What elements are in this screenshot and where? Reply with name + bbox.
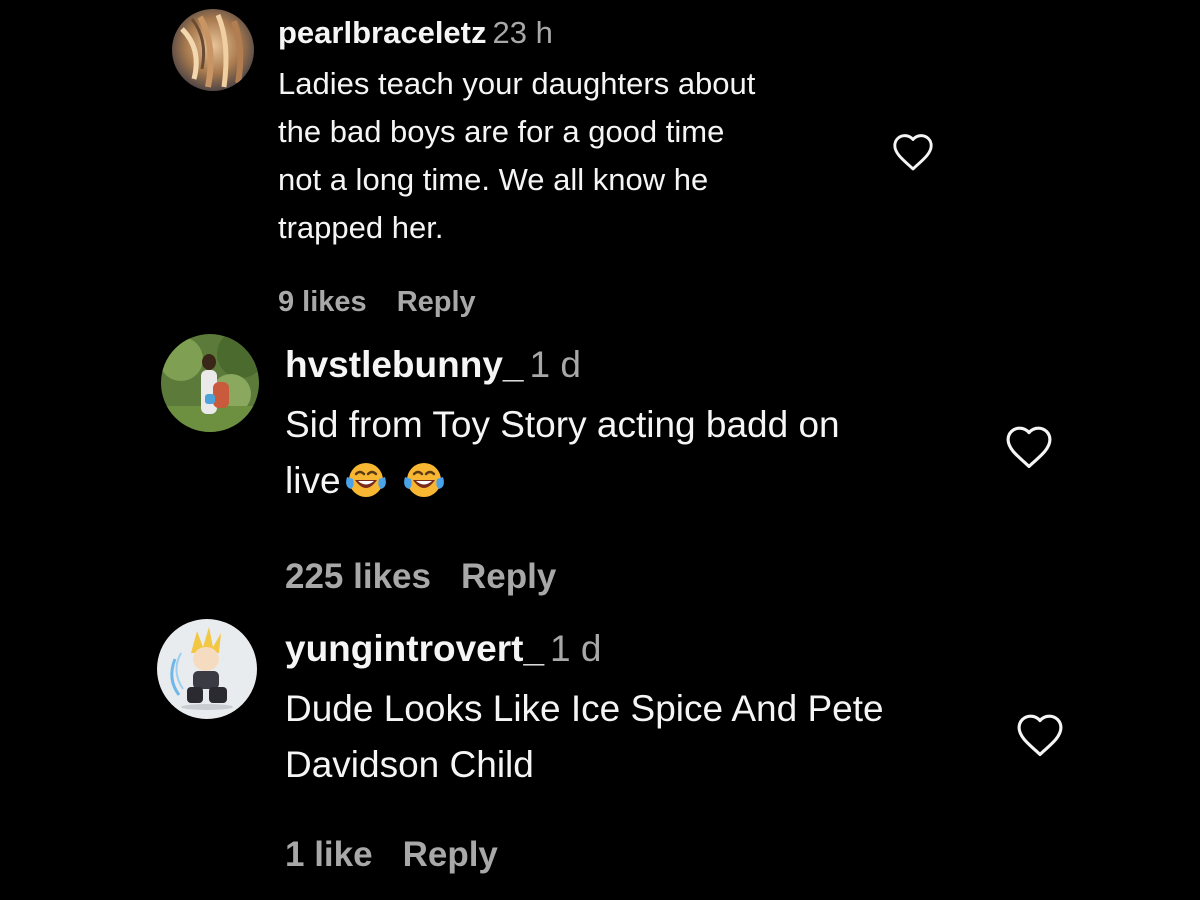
reply-button[interactable]: Reply bbox=[397, 286, 476, 318]
comment-header: pearlbraceletz 23 h bbox=[278, 17, 878, 48]
comment-text-line: Dude Looks Like Ice Spice And Pete bbox=[285, 688, 884, 729]
comment-timestamp: 1 d bbox=[550, 628, 602, 669]
comment-text: Ladies teach your daughters about the ba… bbox=[278, 60, 868, 252]
like-button[interactable] bbox=[1014, 712, 1066, 763]
avatar-photo-icon bbox=[172, 9, 254, 91]
comment-text-line-with-emoji: live bbox=[285, 453, 965, 515]
heart-outline-icon bbox=[893, 134, 933, 171]
comment-actions: 9 likes Reply bbox=[278, 288, 878, 317]
comment-header: hvstlebunny_ 1 d bbox=[285, 346, 985, 383]
avatar[interactable] bbox=[172, 9, 254, 91]
heart-outline-icon bbox=[1017, 714, 1063, 757]
comment-actions: 225 likes Reply bbox=[285, 559, 985, 594]
username-link[interactable]: yungintrovert_ bbox=[285, 628, 544, 669]
comment-text-line: the bad boys are for a good time bbox=[278, 114, 725, 149]
like-button[interactable] bbox=[891, 132, 935, 177]
avatar-photo-icon bbox=[161, 334, 259, 432]
comment-body: pearlbraceletz 23 h Ladies teach your dau… bbox=[278, 17, 878, 317]
comment-text: Sid from Toy Story acting badd on live bbox=[285, 397, 965, 515]
comment-body: yungintrovert_ 1 d Dude Looks Like Ice Sp… bbox=[285, 630, 1005, 872]
comment-text-line: Davidson Child bbox=[285, 744, 534, 785]
likes-count-link[interactable]: 225 likes bbox=[285, 557, 431, 596]
face-with-tears-of-joy-icon bbox=[343, 459, 389, 515]
avatar-drawing-icon bbox=[157, 619, 257, 719]
reply-button[interactable]: Reply bbox=[403, 835, 498, 874]
comment-timestamp: 1 d bbox=[529, 344, 581, 385]
comment-body: hvstlebunny_ 1 d Sid from Toy Story actin… bbox=[285, 346, 985, 594]
comment-text-line: trapped her. bbox=[278, 210, 444, 245]
username-link[interactable]: pearlbraceletz bbox=[278, 15, 487, 50]
comment-text-line: not a long time. We all know he bbox=[278, 162, 709, 197]
face-with-tears-of-joy-icon bbox=[401, 459, 447, 515]
comment-text-line: Ladies teach your daughters about bbox=[278, 66, 756, 101]
comment-timestamp: 23 h bbox=[492, 15, 553, 50]
avatar[interactable] bbox=[161, 334, 259, 432]
comment-text-line: live bbox=[285, 460, 341, 501]
likes-count-link[interactable]: 9 likes bbox=[278, 286, 367, 318]
comments-list: pearlbraceletz 23 h Ladies teach your dau… bbox=[0, 0, 1200, 900]
comment-actions: 1 like Reply bbox=[285, 837, 1005, 872]
comment-text: Dude Looks Like Ice Spice And Pete David… bbox=[285, 681, 995, 793]
heart-outline-icon bbox=[1006, 426, 1052, 469]
username-link[interactable]: hvstlebunny_ bbox=[285, 344, 524, 385]
comment-header: yungintrovert_ 1 d bbox=[285, 630, 1005, 667]
reply-button[interactable]: Reply bbox=[461, 557, 556, 596]
comment-text-line: Sid from Toy Story acting badd on bbox=[285, 404, 840, 445]
avatar[interactable] bbox=[157, 619, 257, 719]
like-button[interactable] bbox=[1003, 424, 1055, 475]
likes-count-link[interactable]: 1 like bbox=[285, 835, 373, 874]
